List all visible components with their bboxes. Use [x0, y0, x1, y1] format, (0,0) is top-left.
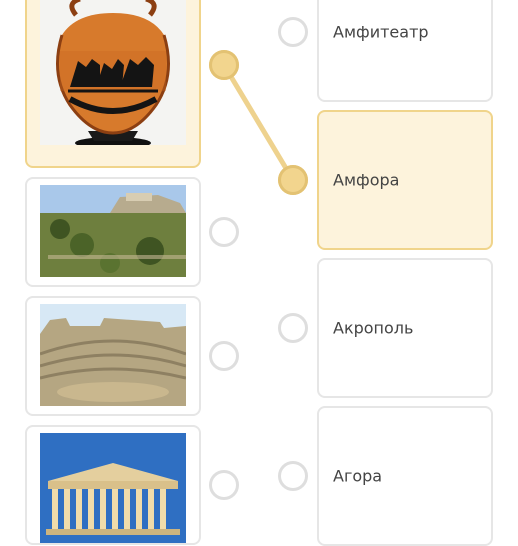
answer-card-amphitheatre[interactable]: Амфитеатр — [317, 0, 493, 102]
answer-card-acropolis[interactable]: Акрополь — [317, 258, 493, 398]
right-radio-2[interactable] — [278, 165, 308, 195]
amphora-vase-image — [40, 0, 186, 145]
amphitheatre-ruins-image — [40, 304, 186, 406]
left-radio-3[interactable] — [209, 341, 239, 371]
right-radio-1[interactable] — [278, 17, 308, 47]
image-card-amphitheatre[interactable] — [25, 296, 201, 416]
left-radio-4[interactable] — [209, 470, 239, 500]
right-radio-4[interactable] — [278, 461, 308, 491]
left-radio-1[interactable] — [209, 50, 239, 80]
image-card-ruins[interactable] — [25, 177, 201, 287]
answer-card-amphora[interactable]: Амфора — [317, 110, 493, 250]
image-card-parthenon[interactable] — [25, 425, 201, 545]
answer-label: Амфитеатр — [333, 22, 429, 42]
parthenon-temple-image — [40, 433, 186, 543]
right-radio-3[interactable] — [278, 313, 308, 343]
ancient-city-ruins-image — [40, 185, 186, 277]
answer-label: Агора — [333, 466, 383, 486]
answer-card-agora[interactable]: Агора — [317, 406, 493, 546]
left-radio-2[interactable] — [209, 217, 239, 247]
image-card-amphora[interactable] — [25, 0, 201, 168]
answer-label: Акрополь — [333, 318, 414, 338]
answer-label: Амфора — [333, 170, 400, 190]
